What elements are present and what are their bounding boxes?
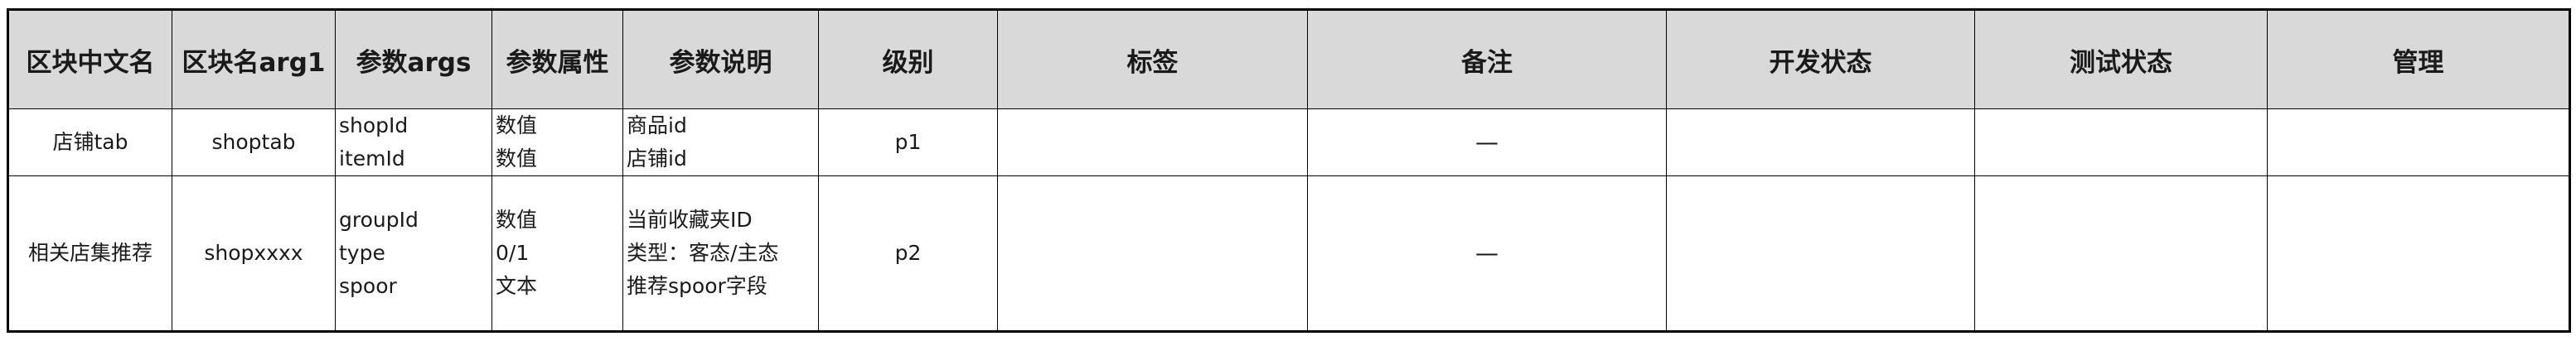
header-block-name-cn[interactable]: 区块中文名: [7, 9, 172, 109]
arg-desc: 店铺id: [627, 146, 687, 170]
table-row: 店铺tab shoptab shopId itemId 数值 数值 商品id 店…: [7, 108, 2570, 176]
table-row: 相关店集推荐 shopxxxx groupId type spoor 数值 0/…: [7, 175, 2570, 332]
header-manage[interactable]: 管理: [2267, 9, 2570, 109]
arg-name: itemId: [339, 146, 405, 170]
arg-desc: 商品id: [627, 113, 687, 137]
header-row: 区块中文名 区块名arg1 参数args 参数属性 参数说明 级别 标签 备注 …: [7, 9, 2570, 109]
cell-dev-status[interactable]: [1666, 175, 1975, 332]
arg-desc: 推荐spoor字段: [627, 274, 767, 298]
arg-desc: 当前收藏夹ID: [627, 208, 753, 232]
arg-name: type: [339, 241, 385, 265]
cell-arg-types[interactable]: 数值 0/1 文本: [491, 175, 623, 332]
header-tag[interactable]: 标签: [997, 9, 1308, 109]
cell-block-name-cn[interactable]: 店铺tab: [7, 108, 172, 176]
cell-arg-desc[interactable]: 商品id 店铺id: [622, 108, 819, 176]
cell-level[interactable]: p1: [818, 108, 998, 176]
cell-test-status[interactable]: [1974, 175, 2268, 332]
header-arg-desc[interactable]: 参数说明: [622, 9, 819, 109]
arg-name: groupId: [339, 208, 419, 232]
cell-remark[interactable]: —: [1307, 108, 1667, 176]
cell-arg-desc[interactable]: 当前收藏夹ID 类型：客态/主态 推荐spoor字段: [622, 175, 819, 332]
cell-level[interactable]: p2: [818, 175, 998, 332]
arg-name: spoor: [339, 274, 397, 298]
arg-type: 文本: [496, 274, 538, 298]
header-block-name-arg1[interactable]: 区块名arg1: [172, 9, 336, 109]
cell-dev-status[interactable]: [1666, 108, 1975, 176]
header-dev-status[interactable]: 开发状态: [1666, 9, 1975, 109]
arg-type: 数值: [496, 146, 538, 170]
cell-args[interactable]: groupId type spoor: [335, 175, 492, 332]
cell-manage[interactable]: [2267, 108, 2570, 176]
cell-tag[interactable]: [997, 175, 1308, 332]
spreadsheet: 区块中文名 区块名arg1 参数args 参数属性 参数说明 级别 标签 备注 …: [7, 8, 2571, 333]
arg-desc: 类型：客态/主态: [627, 241, 779, 265]
cell-block-name-cn[interactable]: 相关店集推荐: [7, 175, 172, 332]
arg-type: 数值: [496, 113, 538, 137]
header-args[interactable]: 参数args: [335, 9, 492, 109]
cell-manage[interactable]: [2267, 175, 2570, 332]
tracking-params-table: 区块中文名 区块名arg1 参数args 参数属性 参数说明 级别 标签 备注 …: [7, 8, 2571, 333]
header-level[interactable]: 级别: [818, 9, 998, 109]
header-remark[interactable]: 备注: [1307, 9, 1667, 109]
arg-type: 0/1: [496, 241, 530, 265]
cell-test-status[interactable]: [1974, 108, 2268, 176]
cell-block-name-arg1[interactable]: shoptab: [172, 108, 336, 176]
cell-arg-types[interactable]: 数值 数值: [491, 108, 623, 176]
cell-block-name-arg1[interactable]: shopxxxx: [172, 175, 336, 332]
arg-name: shopId: [339, 113, 409, 137]
header-arg-types[interactable]: 参数属性: [491, 9, 623, 109]
header-test-status[interactable]: 测试状态: [1974, 9, 2268, 109]
cell-args[interactable]: shopId itemId: [335, 108, 492, 176]
arg-type: 数值: [496, 208, 538, 232]
cell-tag[interactable]: [997, 108, 1308, 176]
cell-remark[interactable]: —: [1307, 175, 1667, 332]
